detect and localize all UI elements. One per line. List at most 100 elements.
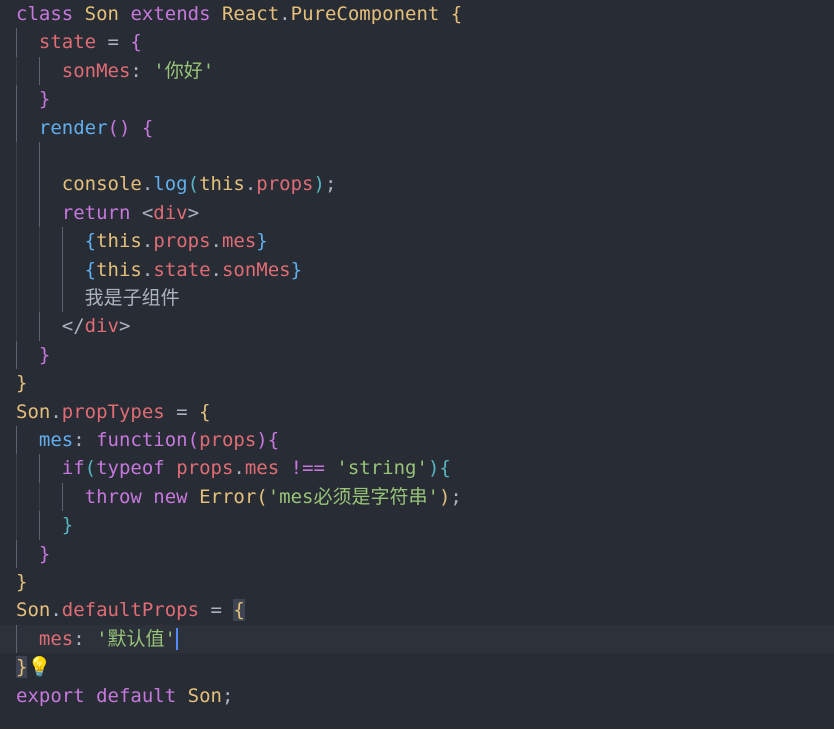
code-line[interactable]: mes: function(props){ (0, 426, 834, 455)
code-editor[interactable]: class Son extends React.PureComponent { … (0, 0, 834, 729)
lightbulb-icon[interactable]: 💡 (27, 656, 51, 678)
code-token: ; (324, 173, 337, 196)
code-token: Son (84, 3, 119, 25)
code-token: ( (84, 457, 97, 480)
indent-guide (16, 142, 17, 171)
code-token: } (256, 230, 268, 253)
code-line[interactable]: sonMes: '你好' (0, 56, 834, 86)
code-text: class Son extends React.PureComponent { (16, 0, 462, 28)
code-token: props (153, 230, 211, 253)
code-text: if(typeof props.mes !== 'string'){ (16, 454, 451, 482)
code-token: () (107, 116, 131, 139)
code-token: = (164, 400, 200, 423)
code-line[interactable]: } (0, 85, 834, 114)
code-token: typeof (96, 457, 165, 480)
code-line[interactable]: if(typeof props.mes !== 'string'){ (0, 454, 834, 483)
code-token: > (118, 315, 131, 338)
code-text: {this.props.mes} (16, 227, 268, 255)
code-token: : (73, 627, 97, 650)
code-token: 'mes必须是字符串' (267, 485, 439, 508)
code-line[interactable]: Son.defaultProps = { (0, 596, 834, 624)
code-line[interactable]: } (0, 539, 834, 568)
code-token: { (199, 400, 211, 423)
code-token: '你好' (153, 59, 215, 82)
code-line[interactable]: class Son extends React.PureComponent { (0, 0, 834, 28)
code-token: } (38, 542, 51, 565)
code-token: } (290, 258, 303, 281)
code-token: = (199, 599, 234, 622)
code-text: sonMes: '你好' (16, 57, 214, 85)
code-token: { (267, 429, 280, 451)
code-line[interactable]: throw new Error('mes必须是字符串'); (0, 482, 834, 512)
code-token: return (61, 201, 131, 224)
code-token: . (210, 230, 222, 253)
code-line[interactable]: } (0, 340, 834, 370)
code-token: ( (256, 485, 268, 508)
code-token: { (130, 31, 142, 54)
code-token: log (153, 173, 188, 196)
code-token: propTypes (61, 400, 165, 423)
code-line[interactable]: } (0, 369, 834, 397)
code-line[interactable]: 我是子组件 (0, 284, 834, 313)
code-token: . (141, 230, 154, 253)
code-text: state = { (16, 28, 142, 56)
code-token: throw (84, 485, 142, 508)
code-line[interactable]: render() { (0, 113, 834, 142)
code-token: mes (244, 457, 280, 480)
code-text: Son.defaultProps = { (16, 596, 245, 624)
code-text: </div> (16, 312, 131, 340)
code-line[interactable]: } (0, 511, 834, 540)
code-token: . (279, 3, 291, 25)
code-token: this (199, 173, 245, 196)
code-line[interactable]: export default Son; (0, 682, 834, 710)
code-line[interactable]: state = { (0, 28, 834, 57)
code-line[interactable]: return <div> (0, 198, 834, 228)
code-line[interactable]: </div> (0, 312, 834, 341)
code-line[interactable]: {this.state.sonMes} (0, 255, 834, 284)
code-line[interactable]: {this.props.mes} (0, 227, 834, 256)
code-token: state (38, 31, 97, 54)
code-text: } (16, 511, 73, 539)
code-line[interactable]: Son.propTypes = { (0, 398, 834, 426)
code-token: ; (221, 684, 234, 707)
code-line[interactable]: } (0, 568, 834, 596)
code-text: 我是子组件 (16, 284, 180, 312)
code-token: . (233, 457, 245, 480)
code-token: this (96, 230, 142, 253)
code-line[interactable] (0, 142, 834, 171)
code-text: render() { (16, 114, 153, 142)
code-token: mes (221, 230, 257, 253)
code-token: defaultProps (61, 599, 200, 622)
code-token: ) (256, 429, 268, 451)
indent-guide (38, 142, 40, 171)
code-token: { (233, 599, 245, 622)
code-text: } (16, 85, 50, 113)
code-token: ) (438, 485, 451, 508)
code-line[interactable]: }💡 (0, 653, 834, 681)
code-token: . (141, 258, 154, 281)
code-token: </ (16, 315, 85, 338)
text-caret (176, 628, 178, 651)
code-line[interactable]: mes: '默认值' (0, 624, 834, 654)
code-line[interactable]: console.log(this.props); (0, 170, 834, 199)
code-token: render (38, 116, 108, 139)
code-token: < (130, 201, 154, 224)
code-token: 'string' (336, 457, 428, 480)
code-token: } (61, 514, 74, 537)
code-token: : (130, 59, 154, 82)
code-text: } (16, 341, 50, 369)
code-token: { (450, 3, 463, 25)
